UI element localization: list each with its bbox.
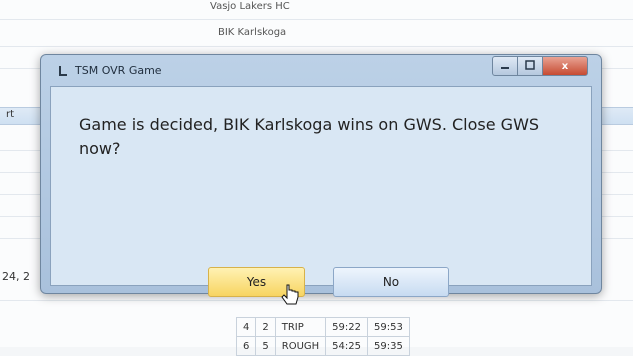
table-cell: 54:25 [325, 336, 368, 356]
background-team-home: Vasjo Lakers HC [210, 1, 290, 12]
table-row: 4 2 TRIP 59:22 59:53 [235, 317, 410, 337]
table-cell: 2 [255, 317, 276, 337]
table-cell: ROUGH [274, 336, 327, 356]
dialog-message: Game is decided, BIK Karlskoga wins on G… [79, 115, 540, 158]
background-cell: 24, 2 [2, 270, 30, 283]
background-penalty-table: 4 2 TRIP 59:22 59:53 6 5 ROUGH 54:25 59:… [235, 317, 410, 356]
maximize-icon [525, 59, 535, 73]
maximize-button[interactable] [517, 56, 543, 76]
minimize-icon [500, 60, 510, 73]
close-button[interactable]: x [542, 56, 588, 76]
background-team-away: BIK Karlskoga [218, 27, 287, 38]
background-divider [0, 300, 633, 301]
close-icon: x [561, 60, 569, 72]
table-cell: 5 [255, 336, 276, 356]
confirm-dialog: TSM OVR Game x Game is decided, BIK Karl… [40, 54, 602, 297]
table-cell: TRIP [274, 317, 327, 337]
minimize-button[interactable] [492, 56, 518, 76]
dialog-titlebar[interactable]: TSM OVR Game x [41, 55, 601, 85]
background-divider [0, 46, 633, 47]
table-row: 6 5 ROUGH 54:25 59:35 [235, 336, 410, 356]
table-cell: 59:35 [367, 336, 410, 356]
background-column-label: rt [6, 109, 15, 120]
table-cell: 4 [235, 317, 257, 337]
dialog-title: TSM OVR Game [75, 64, 162, 77]
table-cell: 59:22 [325, 317, 368, 337]
table-cell: 6 [235, 336, 257, 356]
table-cell: 59:53 [367, 317, 410, 337]
dialog-content: Game is decided, BIK Karlskoga wins on G… [50, 86, 592, 297]
app-icon [57, 65, 69, 77]
background-divider [0, 19, 633, 20]
mouse-cursor-icon [281, 283, 301, 307]
no-button[interactable]: No [333, 267, 449, 297]
